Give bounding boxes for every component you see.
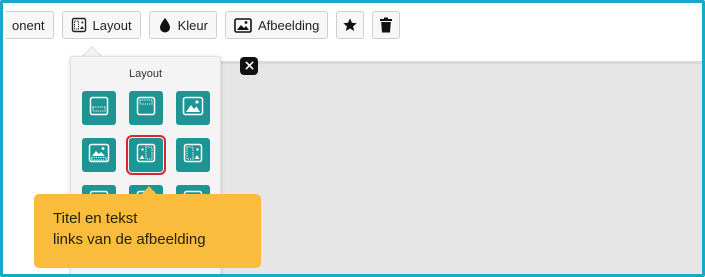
editor-frame: onent Layout Kleur Afbeelding Layout Tit… [0, 0, 705, 277]
title-bottom-icon [89, 96, 109, 121]
image-button[interactable]: Afbeelding [224, 11, 329, 39]
layout-tile-text-left-of-image[interactable] [126, 135, 166, 175]
tooltip-line-1: Titel en tekst [53, 210, 138, 227]
delete-button[interactable] [372, 11, 401, 39]
title-top-icon [136, 96, 156, 121]
component-button[interactable]: onent [6, 11, 54, 39]
toolbar: onent Layout Kleur Afbeelding [3, 3, 702, 47]
layout-tile-image-caption[interactable] [82, 138, 116, 172]
component-button-label: onent [12, 17, 45, 33]
color-button[interactable]: Kleur [148, 11, 217, 39]
close-button[interactable] [240, 57, 258, 75]
drop-icon [158, 17, 172, 33]
star-icon [342, 17, 358, 33]
image-icon [234, 17, 252, 33]
layout-tile-image-only[interactable] [176, 91, 210, 125]
image-caption-icon [88, 143, 110, 168]
trash-icon [379, 17, 393, 33]
layout-panel-title: Layout [128, 68, 163, 80]
layout-tile-text-right-of-image[interactable] [176, 138, 210, 172]
tooltip-line-2: links van de afbeelding [53, 231, 206, 248]
text-left-image-icon [136, 143, 156, 168]
layout-tooltip: Titel en tekst links van de afbeelding [34, 194, 261, 268]
layout-tile-title-top[interactable] [129, 91, 163, 125]
image-button-label: Afbeelding [257, 17, 320, 33]
close-icon [245, 57, 254, 75]
image-tile-icon [182, 96, 204, 121]
favorite-button[interactable] [336, 11, 365, 39]
layout-icon [71, 17, 87, 33]
layout-button-label: Layout [92, 17, 132, 33]
layout-button[interactable]: Layout [61, 11, 141, 39]
color-button-label: Kleur [177, 17, 208, 33]
layout-tile-title-bottom[interactable] [82, 91, 116, 125]
text-right-image-icon [183, 143, 203, 168]
